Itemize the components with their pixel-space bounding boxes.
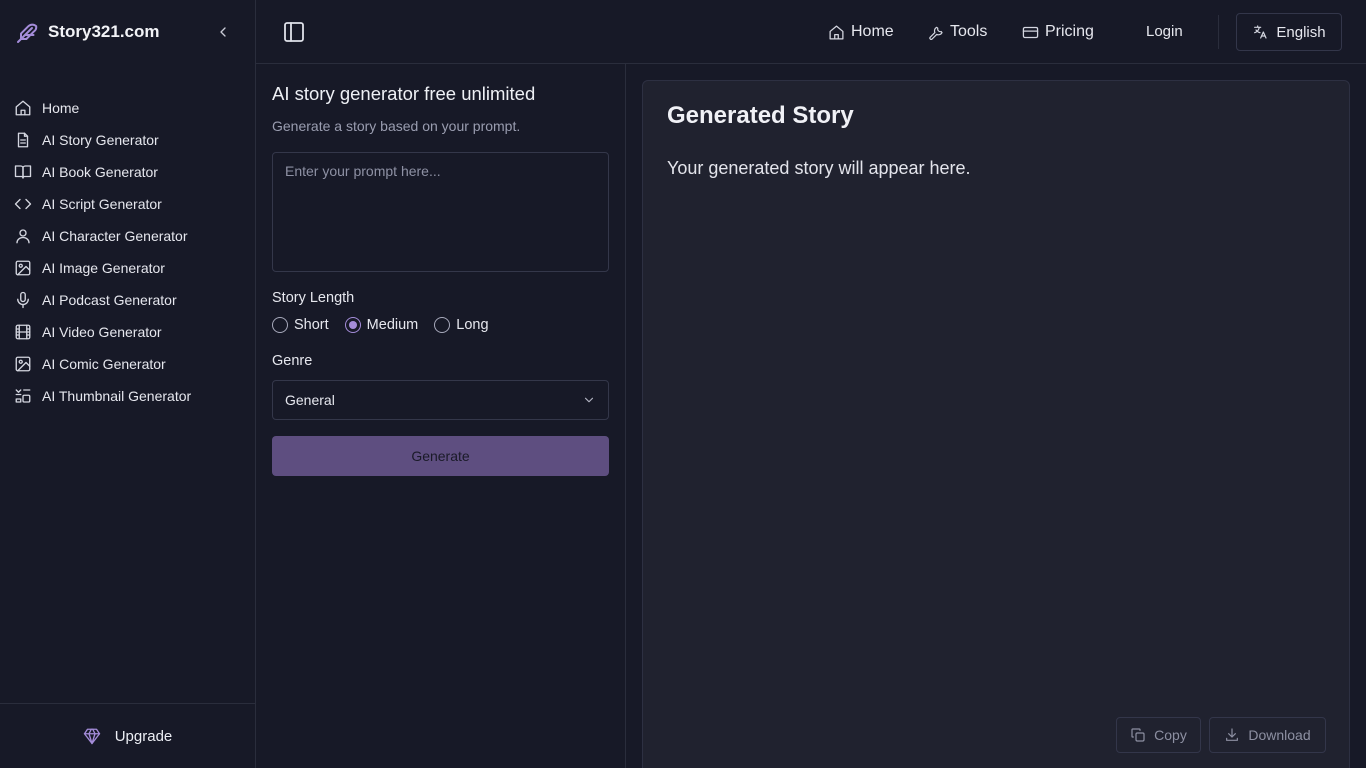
form-subtitle: Generate a story based on your prompt. <box>272 118 521 134</box>
sidebar-item-label: AI Comic Generator <box>42 356 166 372</box>
radio-label: Medium <box>366 317 419 333</box>
copy-icon <box>1130 727 1146 743</box>
sidebar-item-label: AI Story Generator <box>42 132 159 148</box>
sidebar-panel-icon <box>284 22 304 42</box>
nav-link-label: Pricing <box>1045 23 1094 40</box>
genre-select[interactable]: General <box>272 380 609 420</box>
sidebar-item-ai-podcast-generator[interactable]: AI Podcast Generator <box>12 284 244 316</box>
thumbnail-icon <box>14 387 32 405</box>
sidebar-item-ai-book-generator[interactable]: AI Book Generator <box>12 156 244 188</box>
sidebar-nav: Home AI Story Generator AI Book Generato… <box>12 92 244 412</box>
story-length-label: Story Length <box>272 290 355 306</box>
radio-dot[interactable] <box>272 317 288 333</box>
prompt-input[interactable] <box>272 152 609 272</box>
length-radio-long[interactable]: Long <box>434 317 489 333</box>
sidebar-item-ai-video-generator[interactable]: AI Video Generator <box>12 316 244 348</box>
output-panel: Generated Story Your generated story wil… <box>642 80 1350 768</box>
sidebar-item-ai-story-generator[interactable]: AI Story Generator <box>12 124 244 156</box>
language-selector[interactable]: English <box>1236 13 1342 51</box>
sidebar-item-home[interactable]: Home <box>12 92 244 124</box>
radio-label: Short <box>294 317 329 333</box>
image-icon <box>14 259 32 277</box>
user-icon <box>14 227 32 245</box>
story-length-group: Short Medium Long <box>272 315 505 335</box>
login-link[interactable]: Login <box>1146 20 1183 44</box>
output-placeholder: Your generated story will appear here. <box>667 158 971 178</box>
length-radio-medium[interactable]: Medium <box>344 317 419 333</box>
feather-logo-icon <box>16 20 40 44</box>
panel-toggle-button[interactable] <box>282 20 306 44</box>
sidebar-item-ai-comic-generator[interactable]: AI Comic Generator <box>12 348 244 380</box>
nav-link-label: Home <box>851 23 894 40</box>
sidebar-item-ai-script-generator[interactable]: AI Script Generator <box>12 188 244 220</box>
brand-name: Story321.com <box>48 22 160 41</box>
brand[interactable]: Story321.com <box>16 20 160 44</box>
genre-label: Genre <box>272 353 313 369</box>
microphone-icon <box>14 291 32 309</box>
download-button[interactable]: Download <box>1209 717 1326 753</box>
output-title: Generated Story <box>667 102 854 129</box>
sidebar-item-label: AI Book Generator <box>42 164 158 180</box>
copy-button[interactable]: Copy <box>1116 717 1201 753</box>
upgrade-button[interactable]: Upgrade <box>0 703 255 768</box>
sidebar-item-ai-image-generator[interactable]: AI Image Generator <box>12 252 244 284</box>
sidebar-item-label: AI Video Generator <box>42 324 162 340</box>
sidebar-item-label: AI Character Generator <box>42 228 188 244</box>
code-icon <box>14 195 32 213</box>
chevron-down-icon <box>582 393 596 407</box>
film-icon <box>14 323 32 341</box>
upgrade-label: Upgrade <box>114 727 173 745</box>
language-label: English <box>1276 23 1326 41</box>
download-icon <box>1224 727 1240 743</box>
generate-label: Generate <box>411 448 470 464</box>
chevron-left-icon <box>220 27 226 37</box>
gem-icon <box>83 727 101 745</box>
nav-link-tools[interactable]: Tools <box>928 20 987 44</box>
nav-link-pricing[interactable]: Pricing <box>1022 20 1094 44</box>
genre-selected-value: General <box>285 392 335 408</box>
home-icon <box>828 24 845 41</box>
sidebar-item-label: AI Podcast Generator <box>42 292 177 308</box>
sidebar-item-label: AI Thumbnail Generator <box>42 388 192 404</box>
sidebar-item-ai-character-generator[interactable]: AI Character Generator <box>12 220 244 252</box>
form-panel: AI story generator free unlimited Genera… <box>256 64 626 768</box>
nav-link-home[interactable]: Home <box>828 20 894 44</box>
radio-dot-checked[interactable] <box>344 317 361 333</box>
collapse-sidebar-button[interactable] <box>214 23 232 41</box>
header-divider <box>1218 15 1219 49</box>
download-label: Download <box>1248 727 1311 743</box>
radio-dot[interactable] <box>434 317 451 333</box>
image-icon <box>14 355 32 373</box>
translate-icon <box>1252 24 1268 40</box>
form-title: AI story generator free unlimited <box>272 83 536 104</box>
length-radio-short[interactable]: Short <box>272 317 329 333</box>
nav-link-label: Tools <box>950 23 988 40</box>
document-icon <box>14 131 32 149</box>
radio-label: Long <box>456 317 489 333</box>
book-icon <box>14 163 32 181</box>
sidebar-item-label: AI Image Generator <box>42 260 165 276</box>
copy-label: Copy <box>1154 727 1187 743</box>
sidebar-item-ai-thumbnail-generator[interactable]: AI Thumbnail Generator <box>12 380 244 412</box>
sidebar: Story321.com Home AI Story Generator AI … <box>0 0 256 768</box>
credit-card-icon <box>1022 24 1039 41</box>
sidebar-item-label: Home <box>42 100 80 116</box>
generate-button[interactable]: Generate <box>272 436 609 476</box>
sidebar-item-label: AI Script Generator <box>42 196 162 212</box>
wrench-icon <box>928 24 944 40</box>
top-header: Home Tools Pricing Login English <box>256 0 1366 64</box>
home-icon <box>14 99 32 117</box>
